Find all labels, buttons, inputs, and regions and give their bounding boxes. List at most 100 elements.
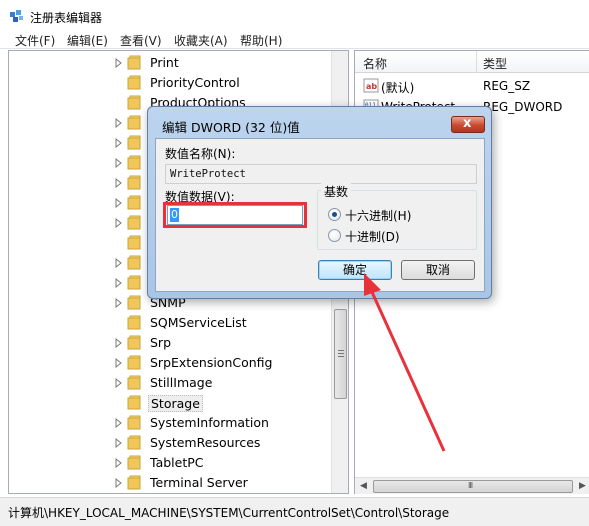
value-name-field: WriteProtect [165,164,477,184]
close-icon: x [463,116,472,131]
column-type[interactable]: 类型 [483,55,507,72]
value-name-label: 数值名称(N): [165,147,236,161]
radio-hex[interactable] [328,208,341,221]
tree-item-label: SystemInformation [150,415,269,430]
folder-icon [127,435,141,450]
expand-arrow-icon[interactable] [115,58,123,68]
expand-arrow-icon[interactable] [115,298,123,308]
radio-dec-label[interactable]: 十进制(D) [345,228,400,245]
tree-item-label: SystemResources [150,435,261,450]
folder-icon [127,275,141,290]
menu-edit[interactable]: 编辑(E) [67,32,108,49]
folder-icon [127,395,141,410]
folder-icon [127,95,141,110]
ok-button[interactable]: 确定 [318,260,392,280]
folder-icon [127,115,141,130]
tree-item-label: Terminal Server [150,475,248,490]
highlight-box [163,202,307,228]
tree-item[interactable]: StillImage [9,373,334,393]
expand-arrow-icon[interactable] [115,478,123,488]
radio-dec[interactable] [328,229,341,242]
folder-icon [127,175,141,190]
tree-item-label: Print [150,55,179,70]
expand-arrow-icon[interactable] [115,258,123,268]
tree-item-label: SQMServiceList [150,315,247,330]
tree-item-label: TabletPC [150,455,204,470]
dialog-body: 数值名称(N): WriteProtect 数值数据(V): 0 基数 十六进制… [155,138,485,292]
status-bar: 计算机\HKEY_LOCAL_MACHINE\SYSTEM\CurrentCon… [0,497,589,526]
tree-item[interactable]: TabletPC [9,453,334,473]
menu-bar: 文件(F) 编辑(E) 查看(V) 收藏夹(A) 帮助(H) [0,31,589,49]
tree-item[interactable]: Terminal Server [9,473,334,493]
value-name: (默认) [381,81,415,95]
dialog-title: 编辑 DWORD (32 位)值 [162,120,300,135]
tree-item-label: StillImage [150,375,213,390]
expand-arrow-icon[interactable] [115,218,123,228]
expand-arrow-icon[interactable] [115,418,123,428]
registry-editor-icon [10,10,23,22]
folder-icon [127,355,141,370]
tree-item[interactable]: SystemInformation [9,413,334,433]
menu-help[interactable]: 帮助(H) [240,32,282,49]
base-label: 基数 [321,183,352,200]
value-type: REG_DWORD [483,100,563,114]
folder-icon [127,75,141,90]
column-name[interactable]: 名称 [363,55,387,72]
folder-icon [127,195,141,210]
expand-arrow-icon[interactable] [115,358,123,368]
tree-item-label: Storage [148,395,203,412]
tree-item-label: SrpExtensionConfig [150,355,273,370]
menu-view[interactable]: 查看(V) [120,32,162,49]
menu-favorites[interactable]: 收藏夹(A) [174,32,228,49]
folder-icon [127,135,141,150]
expand-arrow-icon[interactable] [115,118,123,128]
tree-item[interactable]: Print [9,53,334,73]
list-horizontal-scrollbar[interactable]: ◀ III ▶ [355,477,589,494]
folder-icon [127,415,141,430]
expand-arrow-icon[interactable] [115,438,123,448]
title-bar: 注册表编辑器 [0,0,589,31]
menu-file[interactable]: 文件(F) [15,32,55,49]
folder-icon [127,315,141,330]
expand-arrow-icon[interactable] [115,278,123,288]
expand-arrow-icon[interactable] [115,338,123,348]
tree-item-label: Srp [150,335,172,350]
scrollbar-thumb[interactable]: III [373,480,573,493]
tree-item[interactable]: SrpExtensionConfig [9,353,334,373]
scrollbar-thumb[interactable] [334,309,347,399]
close-button[interactable]: x [451,116,485,133]
string-value-icon: ab [363,78,379,93]
folder-icon [127,215,141,230]
folder-icon [127,255,141,270]
svg-text:ab: ab [366,82,377,91]
folder-icon [127,295,141,310]
expand-arrow-icon[interactable] [115,138,123,148]
expand-arrow-icon[interactable] [115,198,123,208]
value-type: REG_SZ [483,79,531,93]
folder-icon [127,455,141,470]
list-header: 名称 类型 [355,51,589,73]
folder-icon [127,475,141,490]
tree-item[interactable]: Srp [9,333,334,353]
tree-item[interactable]: SQMServiceList [9,313,334,333]
folder-icon [127,155,141,170]
value-name-text: WriteProtect [170,168,246,180]
tree-item[interactable]: Storage [9,393,334,413]
window-title: 注册表编辑器 [30,11,103,25]
tree-item[interactable]: SystemResources [9,433,334,453]
folder-icon [127,235,141,250]
tree-item-label: PriorityControl [150,75,240,90]
list-item[interactable]: ab (默认) REG_SZ [355,76,589,96]
registry-path: 计算机\HKEY_LOCAL_MACHINE\SYSTEM\CurrentCon… [8,506,450,520]
expand-arrow-icon[interactable] [115,378,123,388]
scroll-right-icon[interactable]: ▶ [579,481,586,491]
expand-arrow-icon[interactable] [115,458,123,468]
expand-arrow-icon[interactable] [115,158,123,168]
expand-arrow-icon[interactable] [115,178,123,188]
folder-icon [127,55,141,70]
tree-item[interactable]: PriorityControl [9,73,334,93]
radio-hex-label[interactable]: 十六进制(H) [345,207,411,224]
folder-icon [127,335,141,350]
cancel-button[interactable]: 取消 [401,260,475,280]
scroll-left-icon[interactable]: ◀ [360,481,367,491]
